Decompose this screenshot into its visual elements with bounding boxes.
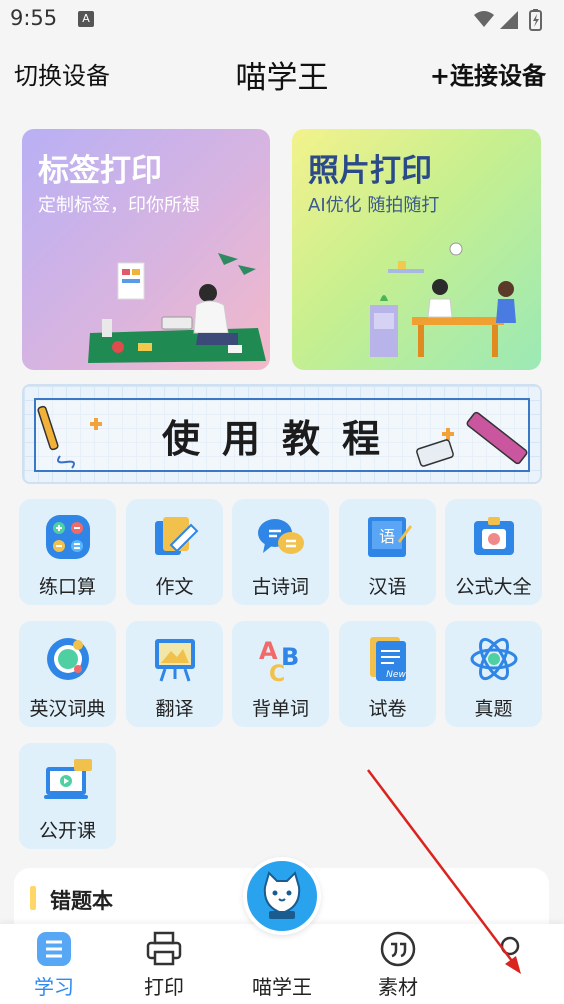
profile-icon	[500, 936, 520, 956]
nav-print[interactable]: 打印	[114, 924, 214, 1004]
grid-item-vocabulary[interactable]: A B C 背单词	[232, 621, 329, 727]
grid-item-label: 公式大全	[455, 576, 532, 598]
nav-label: 打印	[144, 975, 184, 999]
easel-icon	[155, 639, 195, 682]
grid-item-dictionary[interactable]: 英汉词典	[19, 621, 116, 727]
label-print-title: 标签打印	[38, 153, 162, 189]
grid-item-label: 作文	[155, 576, 194, 598]
signal-icon	[500, 11, 518, 29]
grid-item-open-class[interactable]: 公开课	[19, 743, 116, 849]
tutorial-banner[interactable]: 使用教程	[22, 384, 542, 484]
status-bar: 9:55 A	[0, 0, 564, 40]
label-print-card[interactable]: 标签打印 定制标签，印你所想	[22, 129, 270, 370]
notification-icon: A	[78, 11, 94, 27]
photo-print-title: 照片打印	[308, 153, 432, 189]
study-icon	[37, 932, 71, 966]
photo-print-subtitle: AI优化 随拍随打	[308, 195, 440, 216]
cat-logo-icon	[263, 871, 301, 919]
nav-materials[interactable]: 素材	[348, 924, 448, 1004]
calculator-icon	[46, 515, 90, 559]
grid-item-translate[interactable]: 翻译	[126, 621, 223, 727]
svg-text:New: New	[386, 670, 406, 680]
grid-item-mental-math[interactable]: 练口算	[19, 499, 116, 605]
grid-item-label: 背单词	[251, 698, 309, 720]
id-card-icon	[474, 517, 514, 555]
nav-study[interactable]: 学习	[4, 924, 104, 1004]
exam-paper-icon: New	[370, 637, 406, 681]
grid-item-formulas[interactable]: 公式大全	[445, 499, 542, 605]
grid-item-poetry[interactable]: 古诗词	[232, 499, 329, 605]
connect-device-button[interactable]: +连接设备	[430, 56, 546, 91]
top-bar: 切换设备 喵学王 +连接设备	[0, 40, 564, 110]
atom-icon	[470, 637, 518, 681]
printer-icon	[146, 931, 182, 966]
wifi-icon	[474, 11, 494, 27]
nav-label: 素材	[378, 975, 418, 999]
svg-text:A: A	[259, 637, 278, 665]
pen-notebook-icon	[155, 517, 199, 555]
tutorial-text: 使用教程	[161, 416, 402, 461]
nav-profile[interactable]	[458, 924, 558, 1004]
abc-icon: A B C	[259, 637, 299, 685]
grid-item-past-exams[interactable]: 真题	[445, 621, 542, 727]
grid-item-label: 英汉词典	[29, 698, 106, 720]
grid-item-label: 练口算	[38, 576, 96, 598]
grid-item-label: 试卷	[368, 698, 407, 720]
video-laptop-icon	[44, 759, 92, 799]
chinese-book-icon: 语	[368, 517, 412, 557]
dictionary-ring-icon	[47, 638, 89, 680]
svg-text:C: C	[269, 662, 285, 685]
grid-item-label: 翻译	[155, 698, 194, 720]
photo-print-card[interactable]: 照片打印 AI优化 随拍随打	[292, 129, 541, 370]
svg-text:语: 语	[379, 527, 395, 546]
label-print-subtitle: 定制标签，印你所想	[38, 195, 200, 216]
quote-icon	[380, 931, 416, 967]
photo-print-illustration	[370, 242, 516, 357]
status-time: 9:55	[10, 6, 58, 30]
grid-item-label: 真题	[474, 698, 513, 720]
nav-label: 学习	[34, 975, 74, 999]
wrong-question-book-title: 错题本	[50, 889, 113, 913]
nav-home-cat-button[interactable]	[243, 857, 321, 935]
grid-item-label: 公开课	[38, 820, 96, 842]
status-icons	[474, 9, 542, 31]
grid-item-composition[interactable]: 作文	[126, 499, 223, 605]
label-print-illustration	[88, 253, 266, 363]
grid-item-exam-papers[interactable]: New 试卷	[339, 621, 436, 727]
section-marker	[30, 886, 36, 910]
chat-bubbles-icon	[258, 519, 304, 554]
grid-item-chinese[interactable]: 语 汉语	[339, 499, 436, 605]
grid-item-label: 古诗词	[251, 576, 309, 598]
grid-item-label: 汉语	[368, 576, 407, 598]
nav-label: 喵学王	[252, 975, 312, 999]
